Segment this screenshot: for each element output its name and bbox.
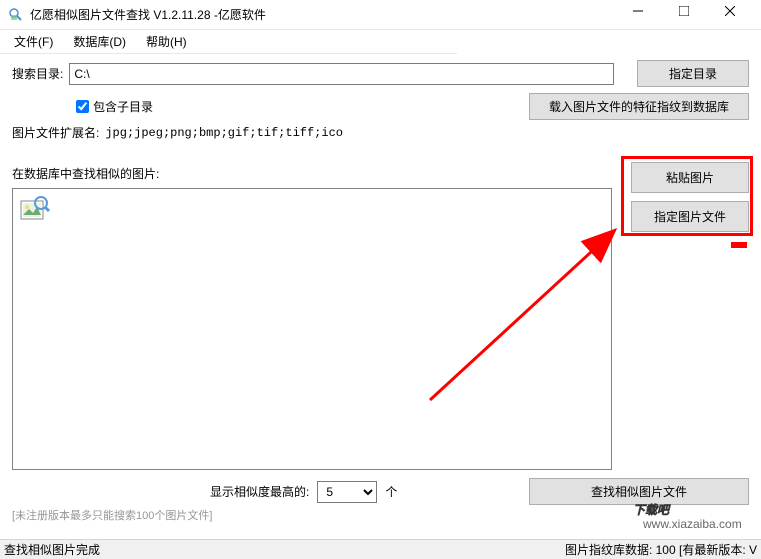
minimize-button[interactable] (615, 0, 661, 26)
menu-file[interactable]: 文件(F) (4, 30, 63, 53)
content-area: 搜索目录: 指定目录 包含子目录 载入图片文件的特征指纹到数据库 图片文件扩展名… (0, 54, 761, 535)
watermark-url: www.xiazaiba.com (642, 517, 742, 531)
menubar: 文件(F) 数据库(D) 帮助(H) (0, 30, 457, 54)
ext-row: 图片文件扩展名: jpg;jpeg;png;bmp;gif;tif;tiff;i… (12, 124, 749, 141)
window-controls (615, 4, 753, 26)
watermark-text: 下载吧 (633, 503, 671, 517)
search-dir-row: 搜索目录: 指定目录 (12, 60, 749, 87)
status-left: 查找相似图片完成 (4, 541, 565, 558)
menu-help[interactable]: 帮助(H) (136, 30, 197, 53)
paste-image-button[interactable]: 粘贴图片 (631, 162, 749, 193)
ext-value: jpg;jpeg;png;bmp;gif;tif;tiff;ico (105, 126, 343, 140)
load-fingerprint-button[interactable]: 载入图片文件的特征指纹到数据库 (529, 93, 749, 120)
statusbar: 查找相似图片完成 图片指纹库数据: 100 [有最新版本: V (0, 539, 761, 559)
unregistered-note: [未注册版本最多只能搜索100个图片文件] (12, 507, 212, 523)
include-subdir-label: 包含子目录 (93, 98, 153, 115)
image-placeholder-icon (19, 216, 51, 230)
count-select[interactable]: 5 (317, 481, 377, 503)
similar-section-label: 在数据库中查找相似的图片: (12, 165, 159, 182)
search-dir-label: 搜索目录: (12, 65, 63, 82)
close-button[interactable] (707, 0, 753, 26)
titlebar: 亿愿相似图片文件查找 V1.2.11.28 -亿愿软件 (0, 0, 761, 30)
menu-database[interactable]: 数据库(D) (63, 30, 136, 53)
annotation-red-mark (731, 242, 747, 248)
right-buttons-group: 粘贴图片 指定图片文件 (631, 162, 749, 232)
image-preview-area[interactable] (12, 188, 612, 470)
app-icon (8, 7, 24, 23)
window-title: 亿愿相似图片文件查找 V1.2.11.28 -亿愿软件 (30, 6, 615, 23)
subdir-row: 包含子目录 载入图片文件的特征指纹到数据库 (12, 93, 749, 120)
watermark: 下载吧 www.xiazaiba.com (613, 486, 753, 535)
maximize-button[interactable] (661, 0, 707, 26)
ext-label: 图片文件扩展名: (12, 124, 99, 141)
specify-dir-button[interactable]: 指定目录 (637, 60, 749, 87)
include-subdir-checkbox[interactable] (76, 100, 89, 113)
show-top-label: 显示相似度最高的: (210, 483, 309, 500)
specify-image-file-button[interactable]: 指定图片文件 (631, 201, 749, 232)
include-subdir-checkbox-wrap[interactable]: 包含子目录 (76, 98, 153, 115)
count-unit: 个 (385, 483, 397, 500)
search-dir-input[interactable] (69, 63, 614, 85)
status-right: 图片指纹库数据: 100 [有最新版本: V (565, 541, 757, 558)
